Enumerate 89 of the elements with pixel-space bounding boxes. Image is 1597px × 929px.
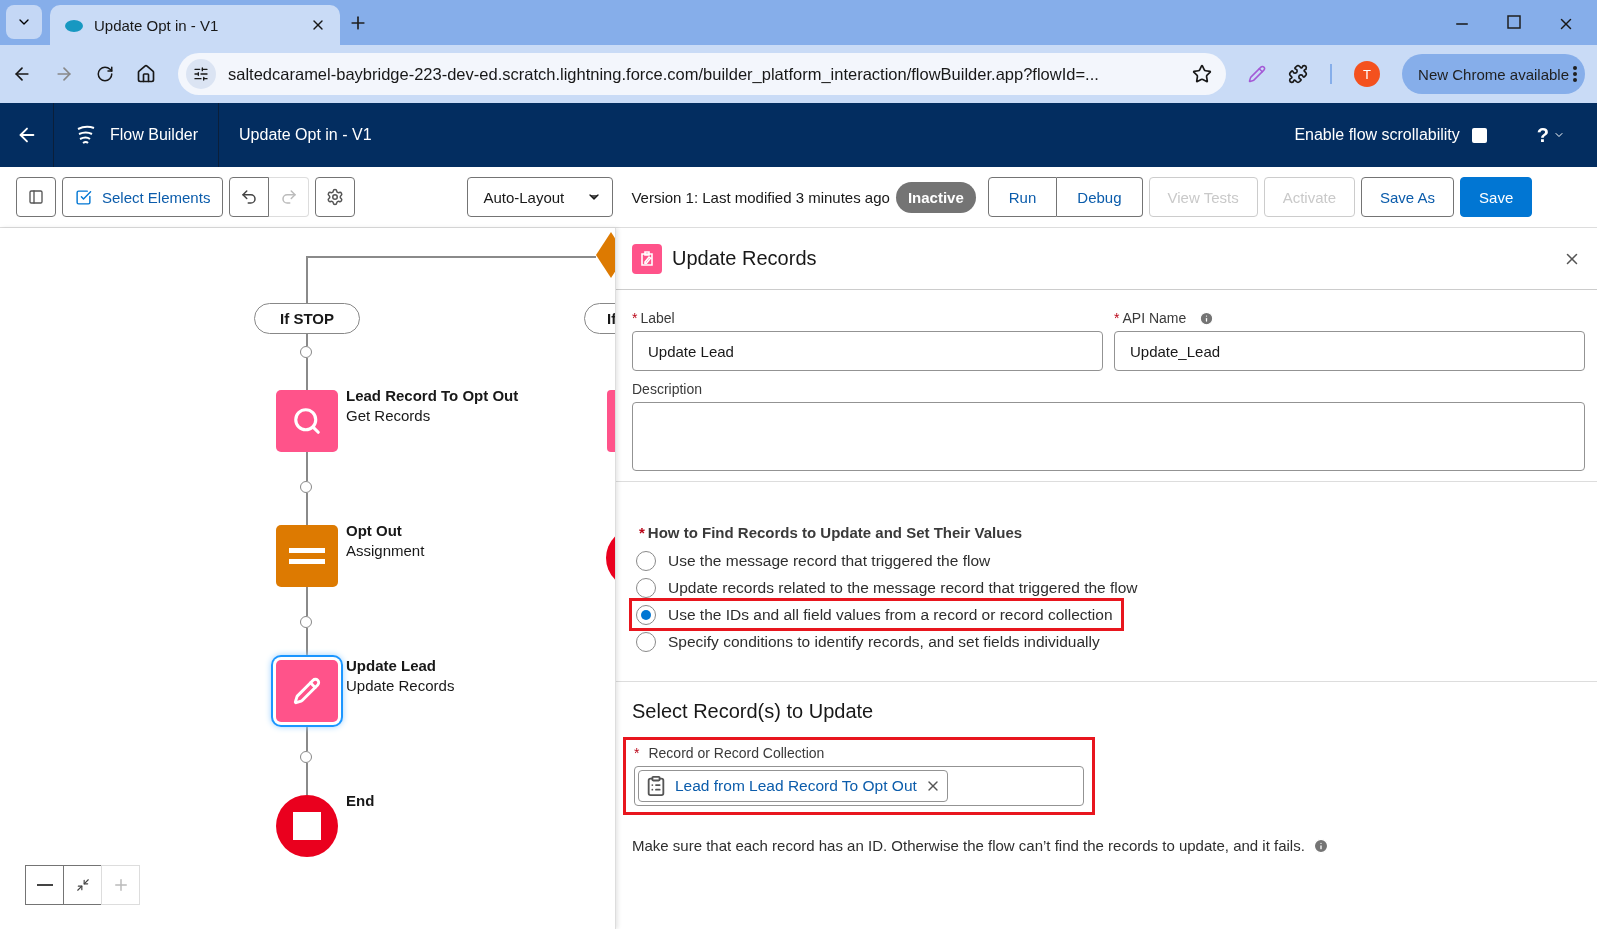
record-pill[interactable]: Lead from Lead Record To Opt Out — [638, 770, 948, 802]
connector-dot[interactable] — [300, 616, 312, 628]
cloud-icon — [64, 18, 84, 32]
bookmark-star-icon[interactable] — [1192, 64, 1213, 84]
info-icon[interactable] — [1312, 837, 1329, 854]
run-button[interactable]: Run — [987, 177, 1058, 217]
equals-icon — [289, 548, 325, 564]
radio-label: Use the IDs and all field values from a record or record collection — [668, 605, 1113, 624]
connector-dot[interactable] — [300, 751, 312, 763]
stop-square-icon — [293, 812, 321, 840]
checkbox-icon — [75, 188, 92, 206]
settings-icon — [326, 188, 345, 206]
scrollability-label: Enable flow scrollability — [1294, 126, 1460, 144]
info-icon[interactable] — [1199, 310, 1215, 326]
node-title: Opt Out — [346, 521, 403, 541]
node-title: Lead Record To Opt Out — [346, 386, 519, 406]
radio-label: Update records related to the message record that triggered the flow — [668, 578, 1138, 597]
node-title: Update Lead — [346, 656, 437, 676]
radio-group-label: * How to Find Records to Update and Set Their Values — [638, 524, 1024, 541]
help-button[interactable]: ? — [1530, 122, 1571, 148]
help-note: Make sure that each record has an ID. Otherwise the flow can’t find the records to update, and it fails. — [632, 837, 1305, 854]
undo-icon — [240, 188, 259, 206]
connector-line — [306, 358, 308, 390]
connector-line — [306, 493, 308, 525]
field-label: Record or Record Collection — [648, 745, 825, 761]
maximize-icon[interactable] — [1507, 15, 1521, 29]
browser-tab[interactable]: Update Opt in - V1 — [50, 5, 340, 45]
panel-title: Update Records — [672, 247, 818, 270]
more-icon — [1573, 66, 1577, 82]
required-mark: * — [634, 745, 640, 761]
layout-dropdown[interactable]: Auto-Layout — [467, 177, 614, 217]
site-settings-icon[interactable] — [186, 59, 216, 89]
select-elements-button[interactable]: Select Elements — [62, 177, 224, 217]
radio-button[interactable] — [636, 550, 656, 571]
section-heading: Select Record(s) to Update — [632, 700, 875, 723]
field-label: Description — [632, 381, 704, 397]
zoom-out-button[interactable] — [25, 865, 64, 905]
url-text: saltedcaramel-baybridge-223-dev-ed.scratch.lightning.force.com/builder_platform_interaction/flowBuilder.app?flowId=... — [228, 64, 1100, 84]
required-mark: * — [632, 310, 638, 326]
action-button[interactable]: Save As — [1361, 177, 1455, 217]
shrink-icon — [75, 878, 90, 892]
tab-list-button[interactable] — [6, 5, 42, 39]
node-type: Update Records — [346, 676, 455, 696]
connector-line — [306, 763, 308, 795]
node-type: Assignment — [346, 541, 425, 561]
description-textarea[interactable] — [632, 402, 1585, 471]
connector-dot[interactable] — [300, 346, 312, 358]
scrollability-checkbox[interactable] — [1471, 127, 1487, 143]
node-type: Get Records — [346, 406, 432, 426]
branch-label: If STOP — [254, 303, 360, 334]
redo-icon — [279, 188, 298, 206]
connector-line — [306, 334, 308, 346]
undo-button[interactable] — [229, 177, 270, 217]
field-label: Label — [640, 310, 675, 326]
address-bar[interactable]: saltedcaramel-baybridge-223-dev-ed.scratch.lightning.force.com/builder_platform_interaction/flowBuilder.app?flowId=... — [178, 53, 1227, 95]
tab-title: Update Opt in - V1 — [94, 16, 220, 34]
required-mark: * — [1114, 310, 1120, 326]
record-combobox[interactable]: Lead from Lead Record To Opt Out — [634, 766, 1084, 806]
version-text: Version 1: Last modified 3 minutes ago — [631, 188, 890, 206]
radio-label: Use the message record that triggered the flow — [668, 551, 991, 570]
radio-button[interactable] — [636, 577, 656, 598]
panel-icon — [28, 189, 44, 205]
product-name: Flow Builder — [110, 126, 199, 144]
flow-title: Update Opt in - V1 — [238, 126, 372, 144]
settings-button[interactable] — [315, 177, 356, 217]
action-button[interactable]: Save — [1460, 177, 1533, 217]
node-title: End — [346, 791, 375, 811]
connector-dot[interactable] — [300, 481, 312, 493]
flow-node[interactable] — [276, 525, 338, 587]
connector-line — [306, 587, 308, 616]
panel-toggle-button[interactable] — [16, 177, 56, 217]
run-button[interactable]: Debug — [1057, 177, 1143, 217]
fit-view-button[interactable] — [63, 865, 102, 905]
api-name-input[interactable]: Update_Lead — [1114, 331, 1585, 371]
reload-icon[interactable] — [96, 65, 114, 83]
extensions-icon[interactable] — [1288, 64, 1309, 84]
field-label: API Name — [1122, 310, 1187, 326]
flow-logo-icon — [76, 125, 96, 145]
home-icon[interactable] — [136, 64, 156, 84]
radio-label: Specify conditions to identify records, and set fields individually — [668, 632, 1100, 651]
flow-node[interactable] — [276, 390, 338, 452]
connector-line — [306, 452, 308, 481]
minus-icon — [36, 884, 53, 886]
clipboard-icon — [645, 775, 667, 797]
label-input[interactable]: Update Lead — [632, 331, 1103, 371]
radio-button[interactable] — [636, 631, 656, 652]
radio-button[interactable] — [636, 604, 656, 625]
update-button[interactable]: New Chrome available — [1402, 54, 1585, 94]
status-badge: Inactive — [895, 181, 976, 213]
